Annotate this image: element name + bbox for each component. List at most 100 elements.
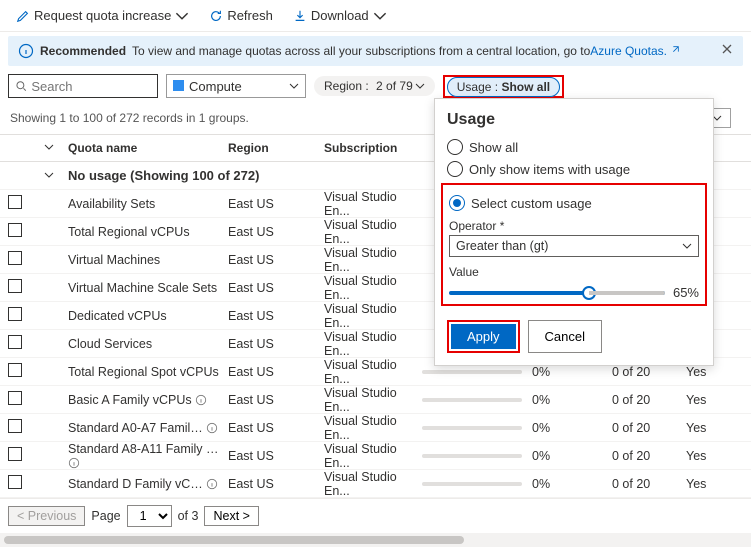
- chevron-down-icon: [415, 81, 425, 91]
- quota-name: Basic A Family vCPUs: [68, 393, 228, 407]
- panel-title: Usage: [447, 111, 701, 129]
- row-checkbox[interactable]: [8, 307, 22, 321]
- refresh-button[interactable]: Refresh: [201, 4, 281, 27]
- row-checkbox[interactable]: [8, 363, 22, 377]
- row-checkbox[interactable]: [8, 279, 22, 293]
- of-cell: 0 of 20: [612, 421, 686, 435]
- adjustable-cell: Yes: [686, 449, 726, 463]
- apply-button[interactable]: Apply: [451, 324, 516, 349]
- close-banner-button[interactable]: [721, 42, 733, 60]
- next-button[interactable]: Next >: [204, 506, 258, 526]
- radio-icon: [447, 139, 463, 155]
- region-cell: East US: [228, 449, 324, 463]
- usage-bar: [422, 454, 522, 458]
- usage-bar: [422, 482, 522, 486]
- adjustable-cell: Yes: [686, 421, 726, 435]
- table-row[interactable]: Standard D Family vC… East USVisual Stud…: [0, 470, 751, 498]
- chevron-down-icon: [175, 9, 189, 23]
- download-button[interactable]: Download: [285, 4, 395, 27]
- highlight-apply: Apply: [447, 320, 520, 353]
- adjustable-cell: Yes: [686, 477, 726, 491]
- row-checkbox[interactable]: [8, 447, 22, 461]
- quota-name: Cloud Services: [68, 337, 228, 351]
- chevron-down-icon[interactable]: [44, 142, 54, 152]
- command-bar: Request quota increase Refresh Download: [0, 0, 751, 32]
- subscription-cell: Visual Studio En...: [324, 302, 422, 330]
- subscription-cell: Visual Studio En...: [324, 330, 422, 358]
- region-cell: East US: [228, 477, 324, 491]
- chevron-down-icon: [373, 9, 387, 23]
- subscription-cell: Visual Studio En...: [324, 358, 422, 386]
- header-quota-name[interactable]: Quota name: [68, 141, 228, 155]
- radio-custom-usage[interactable]: Select custom usage: [449, 195, 699, 211]
- label: Refresh: [227, 8, 273, 23]
- chevron-down-icon: [682, 241, 692, 251]
- usage-filter-panel: Usage Show all Only show items with usag…: [434, 98, 714, 366]
- quota-name: Availability Sets: [68, 197, 228, 211]
- radio-only-usage[interactable]: Only show items with usage: [447, 161, 701, 177]
- row-checkbox[interactable]: [8, 475, 22, 489]
- usage-percent: 0%: [532, 477, 550, 491]
- row-checkbox[interactable]: [8, 419, 22, 433]
- region-cell: East US: [228, 253, 324, 267]
- refresh-icon: [209, 9, 223, 23]
- usage-percent: 0%: [532, 449, 550, 463]
- adjustable-cell: Yes: [686, 393, 726, 407]
- usage-bar: [422, 426, 522, 430]
- subscription-cell: Visual Studio En...: [324, 274, 422, 302]
- table-row[interactable]: Standard A0-A7 Famil… East USVisual Stud…: [0, 414, 751, 442]
- subscription-cell: Visual Studio En...: [324, 386, 422, 414]
- info-icon: [18, 43, 34, 59]
- close-icon: [721, 43, 733, 55]
- label: Request quota increase: [34, 8, 171, 23]
- search-icon: [15, 79, 27, 93]
- search-box[interactable]: [8, 74, 158, 98]
- slider-thumb[interactable]: [582, 286, 596, 300]
- subscription-cell: Visual Studio En...: [324, 442, 422, 470]
- info-icon: [206, 422, 218, 434]
- page-select[interactable]: 1: [127, 505, 172, 527]
- subscription-cell: Visual Studio En...: [324, 246, 422, 274]
- value-label: Value: [449, 265, 699, 279]
- search-input[interactable]: [31, 79, 151, 94]
- row-checkbox[interactable]: [8, 335, 22, 349]
- row-checkbox[interactable]: [8, 391, 22, 405]
- provider-select[interactable]: Compute: [166, 74, 306, 98]
- chevron-down-icon: [44, 170, 54, 180]
- subscription-cell: Visual Studio En...: [324, 218, 422, 246]
- table-row[interactable]: Basic A Family vCPUs East USVisual Studi…: [0, 386, 751, 414]
- of-cell: 0 of 20: [612, 449, 686, 463]
- cancel-button[interactable]: Cancel: [528, 320, 602, 353]
- highlight-custom-section: Select custom usage Operator * Greater t…: [441, 183, 707, 306]
- row-checkbox[interactable]: [8, 195, 22, 209]
- header-subscription[interactable]: Subscription: [324, 141, 422, 155]
- table-row[interactable]: Standard A8-A11 Family … East USVisual S…: [0, 442, 751, 470]
- previous-button[interactable]: < Previous: [8, 506, 85, 526]
- of-cell: 0 of 20: [612, 477, 686, 491]
- subscription-cell: Visual Studio En...: [324, 190, 422, 218]
- usage-bar: [422, 398, 522, 402]
- of-cell: 0 of 20: [612, 393, 686, 407]
- region-cell: East US: [228, 393, 324, 407]
- quota-name: Standard A0-A7 Famil…: [68, 421, 228, 435]
- group-label: No usage (Showing 100 of 272): [68, 168, 259, 183]
- request-quota-increase-button[interactable]: Request quota increase: [8, 4, 197, 27]
- radio-show-all[interactable]: Show all: [447, 139, 701, 155]
- region-cell: East US: [228, 225, 324, 239]
- header-region[interactable]: Region: [228, 141, 324, 155]
- region-cell: East US: [228, 309, 324, 323]
- quota-name: Dedicated vCPUs: [68, 309, 228, 323]
- subscription-cell: Visual Studio En...: [324, 414, 422, 442]
- azure-quotas-link[interactable]: Azure Quotas.: [590, 44, 680, 58]
- region-filter-pill[interactable]: Region : 2 of 79: [314, 76, 435, 96]
- usage-filter-pill[interactable]: Usage : Show all: [447, 77, 560, 97]
- value-percent: 65%: [673, 285, 699, 300]
- quota-name: Total Regional Spot vCPUs: [68, 365, 228, 379]
- horizontal-scrollbar[interactable]: [0, 533, 751, 547]
- row-checkbox[interactable]: [8, 251, 22, 265]
- adjustable-cell: Yes: [686, 365, 726, 379]
- value-slider[interactable]: [449, 291, 665, 295]
- operator-select[interactable]: Greater than (gt): [449, 235, 699, 257]
- row-checkbox[interactable]: [8, 223, 22, 237]
- page-label: Page: [91, 509, 120, 523]
